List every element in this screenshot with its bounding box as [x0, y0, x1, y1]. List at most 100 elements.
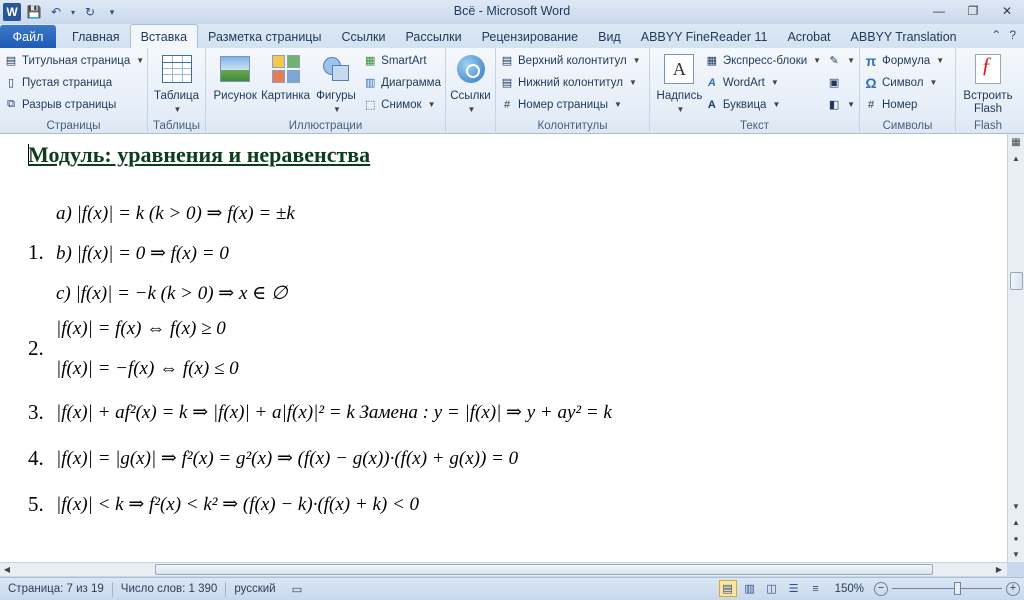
footer-button[interactable]: ▤ Нижний колонтитул ▼ [500, 74, 641, 91]
header-button[interactable]: ▤ Верхний колонтитул ▼ [500, 52, 641, 69]
document-heading: Модуль: уравнения и неравенства [28, 142, 371, 167]
object-button[interactable]: ◧ ▼ [827, 96, 855, 113]
browse-object-icon[interactable]: ● [1008, 530, 1024, 546]
help-icon[interactable]: ? [1009, 28, 1016, 42]
page-number-button[interactable]: # Номер страницы ▼ [500, 96, 641, 113]
scroll-up-icon[interactable]: ▲ [1008, 150, 1024, 166]
smartart-button[interactable]: ▦ SmartArt [363, 52, 441, 69]
web-layout-view-icon[interactable]: ◫ [763, 580, 781, 597]
links-button[interactable]: Ссылки ▼ [450, 52, 491, 134]
zoom-slider[interactable] [892, 582, 1002, 595]
language-indicator[interactable]: русский [226, 582, 283, 597]
ruler-toggle-icon[interactable]: ▦ [1008, 134, 1024, 150]
zoom-out-icon[interactable]: − [874, 581, 888, 596]
zoom-in-icon[interactable]: + [1006, 581, 1020, 596]
track-changes-icon[interactable]: ▭ [284, 582, 311, 597]
next-page-icon[interactable]: ▼ [1008, 546, 1024, 562]
header-icon: ▤ [501, 55, 513, 67]
undo-dropdown-icon[interactable]: ▾ [69, 3, 77, 21]
item-number-4: 4. [28, 446, 44, 470]
previous-page-icon[interactable]: ▲ [1008, 514, 1024, 530]
zoom-level[interactable]: 150% [829, 583, 870, 595]
tab-mailings[interactable]: Рассылки [395, 25, 471, 48]
restore-button[interactable]: ❐ [956, 0, 990, 22]
dropcap-icon: A [707, 98, 716, 111]
outline-view-icon[interactable]: ☰ [785, 580, 803, 597]
object-icon: ◧ [828, 99, 840, 111]
horizontal-scroll-thumb[interactable] [155, 564, 933, 575]
picture-icon [220, 56, 251, 82]
tab-insert[interactable]: Вставка [129, 24, 199, 48]
signature-line-button[interactable]: ✎ ▼ [827, 52, 855, 69]
blank-page-button[interactable]: ▯ Пустая страница [4, 74, 144, 91]
tab-abbyy-translation[interactable]: ABBYY Translation [841, 25, 967, 48]
word-count[interactable]: Число слов: 1 390 [113, 581, 227, 597]
dropcap-button[interactable]: A Буквица ▼ [705, 96, 821, 113]
symbol-button[interactable]: Ω Символ ▼ [864, 74, 944, 91]
chart-button[interactable]: ▥ Диаграмма [363, 74, 441, 91]
screenshot-icon: ⬚ [364, 99, 376, 111]
formula-3: |f(x)| + af²(x) = k ⇒ |f(x)| + a|f(x)|² … [56, 402, 612, 423]
minimize-button[interactable]: — [922, 0, 956, 22]
tab-file[interactable]: Файл [0, 25, 56, 48]
formula-1c: c) |f(x)| = −k (k > 0) ⇒ x ∈ ∅ [56, 283, 288, 304]
tab-page-layout[interactable]: Разметка страницы [198, 25, 331, 48]
tab-references[interactable]: Ссылки [331, 25, 395, 48]
item-number-2: 2. [28, 336, 44, 360]
minimize-ribbon-icon[interactable]: ⌃ [991, 28, 1001, 42]
tab-abbyy-finereader[interactable]: ABBYY FineReader 11 [631, 25, 778, 48]
print-layout-view-icon[interactable]: ▤ [718, 580, 737, 597]
scroll-left-icon[interactable]: ◀ [0, 563, 14, 576]
blank-page-icon: ▯ [7, 77, 15, 89]
vertical-scrollbar[interactable]: ▦ ▲ ▼ ▲ ● ▼ [1007, 134, 1024, 562]
group-label-symbols: Символы [882, 120, 933, 132]
save-icon[interactable]: 💾 [25, 3, 43, 21]
vertical-scroll-thumb[interactable] [1010, 272, 1023, 290]
tab-view[interactable]: Вид [588, 25, 631, 48]
wordart-button[interactable]: A WordArt ▼ [705, 74, 821, 91]
group-label-illustrations: Иллюстрации [288, 120, 363, 132]
formula-1a: a) |f(x)| = k (k > 0) ⇒ f(x) = ±k [56, 203, 295, 224]
tab-home[interactable]: Главная [62, 25, 130, 48]
group-label-text: Текст [740, 120, 769, 132]
group-illustrations: Рисунок Картинка Фигуры ▼ ▦ SmartArt ▥ Диаг… [206, 48, 446, 134]
smartart-icon: ▦ [364, 55, 376, 67]
tab-acrobat[interactable]: Acrobat [777, 25, 840, 48]
footer-icon: ▤ [501, 77, 513, 89]
cover-page-button[interactable]: ▤ Титульная страница ▼ [4, 52, 144, 69]
draft-view-icon[interactable]: ≡ [807, 580, 825, 597]
group-label-pages: Страницы [46, 120, 101, 132]
number-button[interactable]: # Номер [864, 96, 944, 113]
item-number-1: 1. [28, 240, 44, 264]
equation-button[interactable]: π Формула ▼ [864, 52, 944, 69]
chart-icon: ▥ [364, 77, 376, 89]
omega-icon: Ω [865, 74, 877, 91]
group-label-tables: Таблицы [153, 120, 200, 132]
full-screen-reading-view-icon[interactable]: ▥ [741, 580, 759, 597]
screenshot-button[interactable]: ⬚ Снимок ▼ [363, 96, 441, 113]
undo-icon[interactable]: ↶ [47, 3, 65, 21]
scroll-right-icon[interactable]: ▶ [992, 563, 1006, 576]
close-button[interactable]: ✕ [990, 0, 1024, 22]
quick-parts-button[interactable]: ▦ Экспресс-блоки ▼ [705, 52, 821, 69]
document-page[interactable]: Модуль: уравнения и неравенства a) |f(x)… [0, 134, 1007, 562]
word-app-icon[interactable]: W [3, 3, 21, 21]
customize-qat-icon[interactable]: ▾ [103, 3, 121, 21]
page-break-button[interactable]: ⧉ Разрыв страницы [4, 96, 144, 113]
table-icon [161, 55, 192, 83]
horizontal-scrollbar[interactable]: ◀ ▶ [0, 562, 1007, 576]
scroll-down-icon[interactable]: ▼ [1008, 498, 1024, 514]
group-label-flash: Flash [973, 120, 1003, 132]
title-bar: W 💾 ↶ ▾ ↻ ▾ Всё - Microsoft Word — ❐ ✕ [0, 0, 1024, 24]
item-number-5: 5. [28, 492, 44, 516]
links-icon [456, 55, 485, 83]
date-time-button[interactable]: ▣ [827, 74, 855, 91]
page-indicator[interactable]: Страница: 7 из 19 [0, 581, 113, 597]
redo-icon[interactable]: ↻ [81, 3, 99, 21]
zoom-slider-thumb[interactable] [954, 582, 961, 595]
formula-1b: b) |f(x)| = 0 ⇒ f(x) = 0 [56, 243, 229, 264]
ribbon-tabs: Файл Главная Вставка Разметка страницы С… [0, 24, 1024, 48]
tab-review[interactable]: Рецензирование [472, 25, 589, 48]
group-tables: Таблица ▼ Таблицы [148, 48, 206, 134]
wordart-icon: A [707, 76, 716, 89]
